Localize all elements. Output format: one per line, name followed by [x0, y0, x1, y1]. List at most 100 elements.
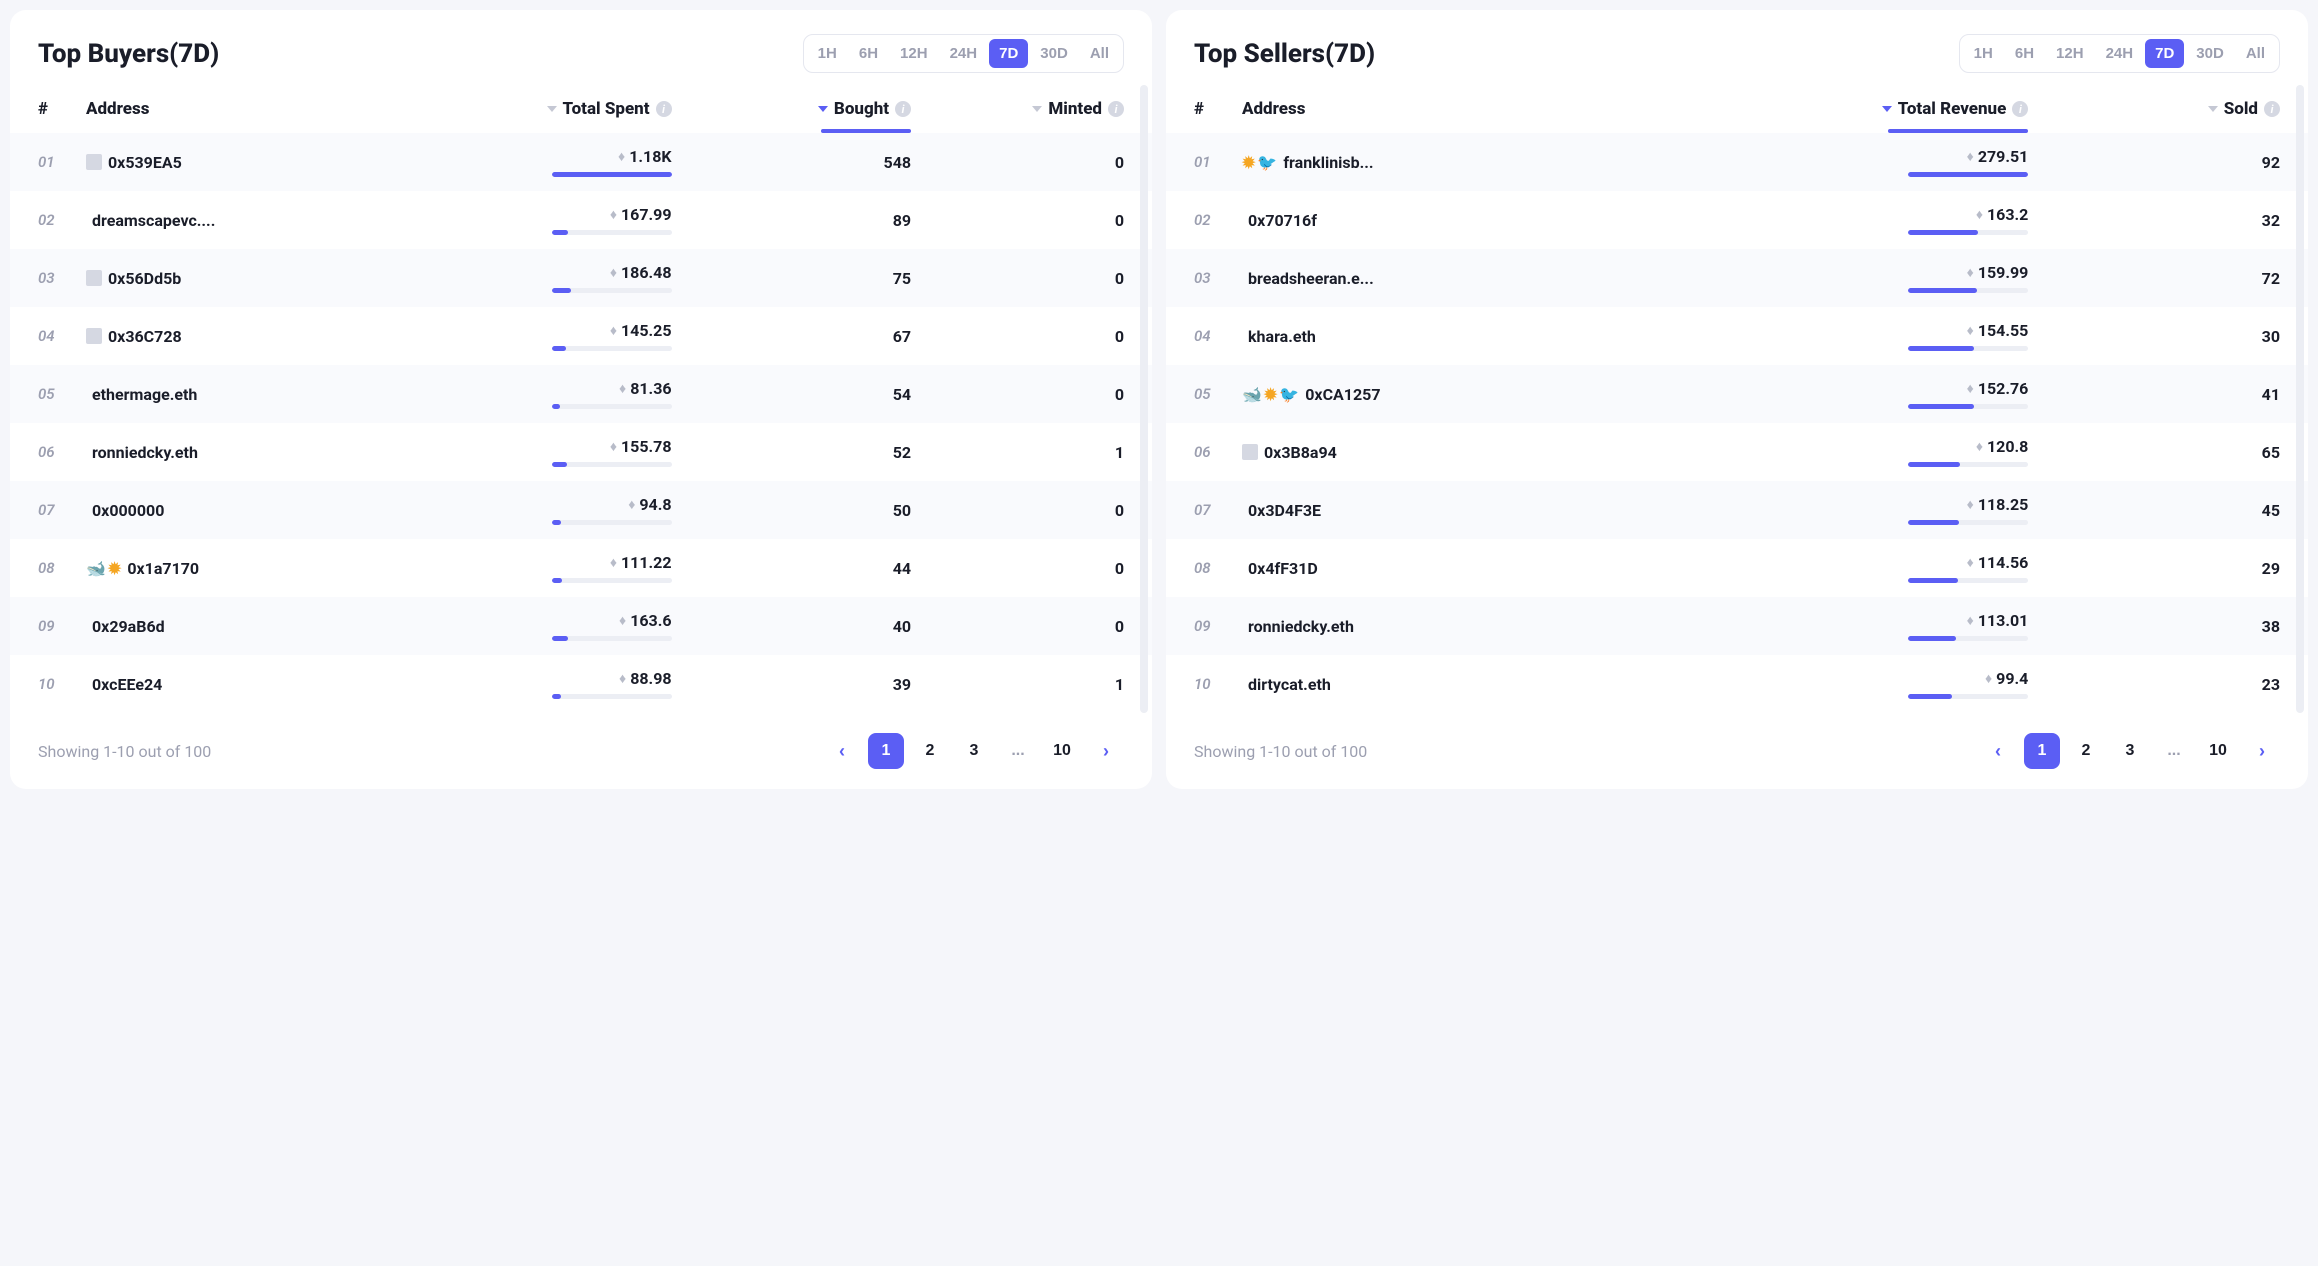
table-row[interactable]: 05 ethermage.eth ♦81.36 54 0 [10, 365, 1152, 423]
scrollbar[interactable] [1140, 85, 1148, 713]
address-text: 0x1a7170 [127, 559, 199, 578]
address-cell[interactable]: breadsheeran.e... [1242, 269, 1619, 288]
address-cell[interactable]: 0x3B8a94 [1242, 443, 1619, 462]
time-filter-24h[interactable]: 24H [940, 39, 988, 68]
page-10[interactable]: 10 [1044, 733, 1080, 769]
col-minted[interactable]: Minted i [911, 99, 1124, 119]
table-row[interactable]: 01 ✹🐦 franklinisb... ♦279.51 92 [1166, 133, 2308, 191]
buyers-panel: Top Buyers(7D) 1H6H12H24H7D30DAll # Addr… [10, 10, 1152, 789]
table-row[interactable]: 08 0x4fF31D ♦114.56 29 [1166, 539, 2308, 597]
col-bought[interactable]: Bought i [672, 99, 912, 119]
address-cell[interactable]: 0x56Dd5b [86, 269, 405, 288]
time-filter-7d[interactable]: 7D [989, 39, 1028, 68]
time-filter-6h[interactable]: 6H [2005, 39, 2044, 68]
address-cell[interactable]: 0x29aB6d [86, 617, 405, 636]
table-row[interactable]: 03 breadsheeran.e... ♦159.99 72 [1166, 249, 2308, 307]
address-cell[interactable]: 0x4fF31D [1242, 559, 1619, 578]
bought-value: 548 [672, 153, 912, 172]
info-icon[interactable]: i [895, 101, 911, 117]
next-page-button[interactable]: › [1088, 733, 1124, 769]
table-row[interactable]: 06 ronniedcky.eth ♦155.78 52 1 [10, 423, 1152, 481]
page-3[interactable]: 3 [956, 733, 992, 769]
address-cell[interactable]: dreamscapevc.... [86, 211, 405, 230]
address-cell[interactable]: 🐋✹ 0x1a7170 [86, 559, 405, 578]
address-cell[interactable]: 0x70716f [1242, 211, 1619, 230]
spent-value: 145.25 [621, 321, 672, 340]
address-cell[interactable]: 0xcEEe24 [86, 675, 405, 694]
time-filter-1h[interactable]: 1H [808, 39, 847, 68]
prev-page-button[interactable]: ‹ [824, 733, 860, 769]
time-filter-30d[interactable]: 30D [1030, 39, 1078, 68]
table-row[interactable]: 01 0x539EA5 ♦1.18K 548 0 [10, 133, 1152, 191]
address-cell[interactable]: ronniedcky.eth [86, 443, 405, 462]
address-cell[interactable]: 0x000000 [86, 501, 405, 520]
page-10[interactable]: 10 [2200, 733, 2236, 769]
table-row[interactable]: 07 0x000000 ♦94.8 50 0 [10, 481, 1152, 539]
time-filter-6h[interactable]: 6H [849, 39, 888, 68]
table-row[interactable]: 03 0x56Dd5b ♦186.48 75 0 [10, 249, 1152, 307]
col-address[interactable]: Address [1242, 99, 1619, 119]
table-row[interactable]: 10 dirtycat.eth ♦99.4 23 [1166, 655, 2308, 713]
address-cell[interactable]: 🐋✹🐦 0xCA1257 [1242, 385, 1619, 404]
time-filter-7d[interactable]: 7D [2145, 39, 2184, 68]
table-row[interactable]: 09 0x29aB6d ♦163.6 40 0 [10, 597, 1152, 655]
time-filter-1h[interactable]: 1H [1964, 39, 2003, 68]
total-spent-cell: ♦111.22 [405, 553, 671, 583]
time-filter-12h[interactable]: 12H [890, 39, 938, 68]
scrollbar[interactable] [2296, 85, 2304, 713]
table-row[interactable]: 05 🐋✹🐦 0xCA1257 ♦152.76 41 [1166, 365, 2308, 423]
bar [1908, 462, 2028, 467]
eth-icon: ♦ [1985, 670, 1992, 687]
address-cell[interactable]: 0x36C728 [86, 327, 405, 346]
eth-icon: ♦ [1976, 206, 1983, 223]
col-total-spent[interactable]: Total Spent i [405, 99, 671, 119]
address-cell[interactable]: 0x3D4F3E [1242, 501, 1619, 520]
page-3[interactable]: 3 [2112, 733, 2148, 769]
next-page-button[interactable]: › [2244, 733, 2280, 769]
time-filter-all[interactable]: All [2236, 39, 2275, 68]
info-icon[interactable]: i [1108, 101, 1124, 117]
rank: 04 [38, 327, 86, 345]
minted-value: 1 [911, 443, 1124, 462]
prev-page-button[interactable]: ‹ [1980, 733, 2016, 769]
address-cell[interactable]: dirtycat.eth [1242, 675, 1619, 694]
info-icon[interactable]: i [2012, 101, 2028, 117]
spent-value: 163.6 [630, 611, 671, 630]
revenue-value: 118.25 [1978, 495, 2029, 514]
page-2[interactable]: 2 [2068, 733, 2104, 769]
eth-icon: ♦ [610, 554, 617, 571]
col-address[interactable]: Address [86, 99, 405, 119]
info-icon[interactable]: i [656, 101, 672, 117]
bar [552, 230, 672, 235]
address-cell[interactable]: 0x539EA5 [86, 153, 405, 172]
time-filter-all[interactable]: All [1080, 39, 1119, 68]
address-cell[interactable]: ✹🐦 franklinisb... [1242, 153, 1619, 172]
table-row[interactable]: 08 🐋✹ 0x1a7170 ♦111.22 44 0 [10, 539, 1152, 597]
address-cell[interactable]: khara.eth [1242, 327, 1619, 346]
page-2[interactable]: 2 [912, 733, 948, 769]
col-rank[interactable]: # [38, 99, 86, 119]
address-cell[interactable]: ethermage.eth [86, 385, 405, 404]
table-row[interactable]: 04 0x36C728 ♦145.25 67 0 [10, 307, 1152, 365]
page-1[interactable]: 1 [868, 733, 904, 769]
bar [1908, 172, 2028, 177]
table-row[interactable]: 02 dreamscapevc.... ♦167.99 89 0 [10, 191, 1152, 249]
col-sold[interactable]: Sold i [2028, 99, 2280, 119]
col-rank[interactable]: # [1194, 99, 1242, 119]
col-total-revenue[interactable]: Total Revenue i [1619, 99, 2028, 119]
address-cell[interactable]: ronniedcky.eth [1242, 617, 1619, 636]
page-1[interactable]: 1 [2024, 733, 2060, 769]
time-filter-12h[interactable]: 12H [2046, 39, 2094, 68]
table-row[interactable]: 09 ronniedcky.eth ♦113.01 38 [1166, 597, 2308, 655]
bar [1908, 694, 2028, 699]
table-row[interactable]: 04 khara.eth ♦154.55 30 [1166, 307, 2308, 365]
revenue-value: 154.55 [1978, 321, 2029, 340]
time-filter-24h[interactable]: 24H [2096, 39, 2144, 68]
table-row[interactable]: 06 0x3B8a94 ♦120.8 65 [1166, 423, 2308, 481]
table-row[interactable]: 07 0x3D4F3E ♦118.25 45 [1166, 481, 2308, 539]
time-filter-30d[interactable]: 30D [2186, 39, 2234, 68]
table-row[interactable]: 02 0x70716f ♦163.2 32 [1166, 191, 2308, 249]
info-icon[interactable]: i [2264, 101, 2280, 117]
table-row[interactable]: 10 0xcEEe24 ♦88.98 39 1 [10, 655, 1152, 713]
sort-caret-icon [547, 106, 557, 112]
